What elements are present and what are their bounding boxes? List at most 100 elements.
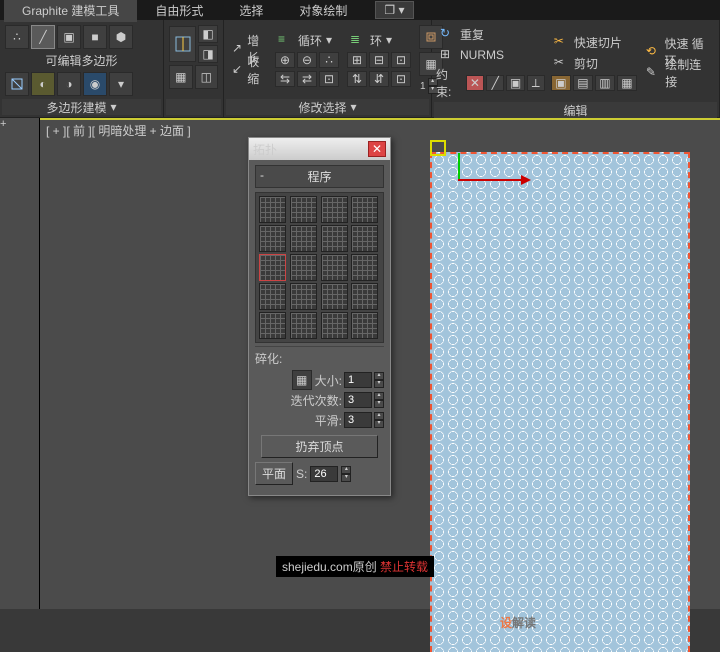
subobj-vertex-icon[interactable]: ∴ bbox=[5, 25, 29, 49]
ring-op6-icon[interactable]: ⊡ bbox=[391, 71, 411, 87]
pattern-10[interactable] bbox=[290, 254, 317, 281]
ring-op1-icon[interactable]: ⊞ bbox=[347, 52, 367, 68]
flat-button[interactable]: 平面 bbox=[255, 462, 293, 485]
subobj-element-icon[interactable]: ⬢ bbox=[109, 25, 133, 49]
constrain-label: 约束: bbox=[436, 66, 465, 100]
edit-d-icon[interactable]: ▦ bbox=[617, 75, 637, 91]
panel-modsel-label[interactable]: 修改选择 ▾ bbox=[226, 99, 429, 115]
fragment-preview-icon[interactable]: ▦ bbox=[292, 370, 312, 390]
pattern-18[interactable] bbox=[290, 312, 317, 339]
subobj-border-icon[interactable]: ▣ bbox=[57, 25, 81, 49]
pattern-19[interactable] bbox=[321, 312, 348, 339]
smooth-spin-buttons[interactable]: ▴▾ bbox=[374, 412, 384, 428]
gizmo-x-arrow-icon[interactable] bbox=[521, 175, 531, 185]
dialog-titlebar[interactable]: 拓扑 ✕ bbox=[249, 138, 390, 160]
hex-plane-object[interactable] bbox=[430, 152, 690, 652]
paintconnect-icon: ✎ bbox=[646, 65, 661, 81]
iter-spinner[interactable] bbox=[344, 392, 372, 408]
pattern-20[interactable] bbox=[351, 312, 378, 339]
iter-spin-buttons[interactable]: ▴▾ bbox=[374, 392, 384, 408]
panel-poly-label[interactable]: 多边形建模 ▾ bbox=[2, 99, 161, 115]
edit-c-icon[interactable]: ▥ bbox=[595, 75, 615, 91]
ring-op2-icon[interactable]: ⊟ bbox=[369, 52, 389, 68]
misc3-icon[interactable]: ▦ bbox=[169, 65, 193, 89]
fragment-label: 碎化: bbox=[255, 346, 384, 369]
pattern-11[interactable] bbox=[321, 254, 348, 281]
ignore-backfacing-icon[interactable]: ◑ bbox=[57, 72, 81, 96]
constrain-normal-icon[interactable]: ⟂ bbox=[527, 75, 545, 91]
gizmo-x-axis[interactable] bbox=[458, 179, 523, 181]
size-label: 大小: bbox=[315, 372, 342, 389]
constrain-edge-icon[interactable]: ╱ bbox=[486, 75, 504, 91]
tab-objpaint[interactable]: 对象绘制 bbox=[281, 0, 365, 22]
ring-op5-icon[interactable]: ⇵ bbox=[369, 71, 389, 87]
nurms-button[interactable]: ⊞NURMS bbox=[436, 45, 546, 65]
loop-op1-icon[interactable]: ⊕ bbox=[275, 52, 295, 68]
viewport-corner-4-icon[interactable]: + bbox=[0, 118, 14, 132]
tab-select[interactable]: 选择 bbox=[221, 0, 281, 22]
loop-button[interactable]: ≡循环▾ bbox=[274, 30, 340, 50]
size-spin-buttons[interactable]: ▴▾ bbox=[374, 372, 384, 388]
pattern-16[interactable] bbox=[351, 283, 378, 310]
pattern-3[interactable] bbox=[321, 196, 348, 223]
pattern-15[interactable] bbox=[321, 283, 348, 310]
ring-op4-icon[interactable]: ⇅ bbox=[347, 71, 367, 87]
pattern-6[interactable] bbox=[290, 225, 317, 252]
misc4-icon[interactable]: ◫ bbox=[195, 65, 219, 89]
s-spinner[interactable] bbox=[310, 466, 338, 482]
loop-op4-icon[interactable]: ⇆ bbox=[275, 71, 295, 87]
modifier-config-icon[interactable]: ▾ bbox=[109, 72, 133, 96]
swiftloop-icon[interactable] bbox=[169, 26, 196, 62]
close-button[interactable]: ✕ bbox=[368, 141, 386, 157]
subobj-edge-icon[interactable]: ╱ bbox=[31, 25, 55, 49]
pattern-1[interactable] bbox=[259, 196, 286, 223]
topology-dialog: 拓扑 ✕ 程序 碎化: ▦ 大小: ▴▾ 迭代次数: ▴▾ 平滑: ▴▾ bbox=[248, 137, 391, 496]
viewport-left[interactable] bbox=[0, 118, 40, 609]
subobj-poly-icon[interactable]: ■ bbox=[83, 25, 107, 49]
shrink-icon: ↙ bbox=[232, 62, 243, 78]
pattern-13[interactable] bbox=[259, 283, 286, 310]
pattern-2[interactable] bbox=[290, 196, 317, 223]
toggle-command-panel-icon[interactable] bbox=[5, 72, 29, 96]
gizmo-y-axis[interactable] bbox=[458, 153, 460, 179]
ring-icon: ≣ bbox=[350, 32, 366, 48]
tab-freeform[interactable]: 自由形式 bbox=[137, 0, 221, 22]
pattern-17[interactable] bbox=[259, 312, 286, 339]
smooth-spinner[interactable] bbox=[344, 412, 372, 428]
paintconnect-button[interactable]: ✎绘制连接 bbox=[642, 63, 715, 83]
misc1-icon[interactable]: ◧ bbox=[198, 25, 218, 43]
use-softsel-icon[interactable]: ◉ bbox=[83, 72, 107, 96]
misc2-icon[interactable]: ◨ bbox=[198, 45, 218, 63]
selection-handle[interactable] bbox=[430, 140, 446, 156]
pattern-8[interactable] bbox=[351, 225, 378, 252]
rollout-header[interactable]: 程序 bbox=[255, 165, 384, 188]
ring-button[interactable]: ≣环▾ bbox=[346, 30, 412, 50]
ring-op3-icon[interactable]: ⊡ bbox=[391, 52, 411, 68]
pattern-12[interactable] bbox=[351, 254, 378, 281]
shrink-button[interactable]: ↙收缩 bbox=[228, 60, 268, 80]
cut-button[interactable]: ✂剪切 bbox=[550, 53, 638, 73]
loop-op2-icon[interactable]: ⊖ bbox=[297, 52, 317, 68]
loop-op5-icon[interactable]: ⇄ bbox=[297, 71, 317, 87]
pattern-7[interactable] bbox=[321, 225, 348, 252]
preview-icon[interactable]: ◐ bbox=[31, 72, 55, 96]
loop-op3-icon[interactable]: ∴ bbox=[319, 52, 339, 68]
quickslice-button[interactable]: ✂快速切片 bbox=[550, 32, 638, 52]
pattern-4[interactable] bbox=[351, 196, 378, 223]
constrain-none-icon[interactable]: ✕ bbox=[466, 75, 484, 91]
edit-b-icon[interactable]: ▤ bbox=[573, 75, 593, 91]
discard-verts-button[interactable]: 扔弃顶点 bbox=[261, 435, 377, 458]
s-spin-buttons[interactable]: ▴▾ bbox=[341, 466, 351, 482]
pattern-5[interactable] bbox=[259, 225, 286, 252]
quickloop-icon: ⟲ bbox=[646, 44, 661, 60]
repeat-button[interactable]: ↻重复 bbox=[436, 24, 546, 44]
tab-graphite[interactable]: Graphite 建模工具 bbox=[4, 0, 137, 22]
constrain-face-icon[interactable]: ▣ bbox=[506, 75, 524, 91]
edit-a-icon[interactable]: ▣ bbox=[551, 75, 571, 91]
pattern-14[interactable] bbox=[290, 283, 317, 310]
pattern-9[interactable] bbox=[259, 254, 286, 281]
tab-help-dropdown[interactable]: ❐ ▾ bbox=[375, 1, 413, 19]
panel-edit-label[interactable]: 编辑 bbox=[434, 102, 717, 118]
size-spinner[interactable] bbox=[344, 372, 372, 388]
loop-op6-icon[interactable]: ⊡ bbox=[319, 71, 339, 87]
